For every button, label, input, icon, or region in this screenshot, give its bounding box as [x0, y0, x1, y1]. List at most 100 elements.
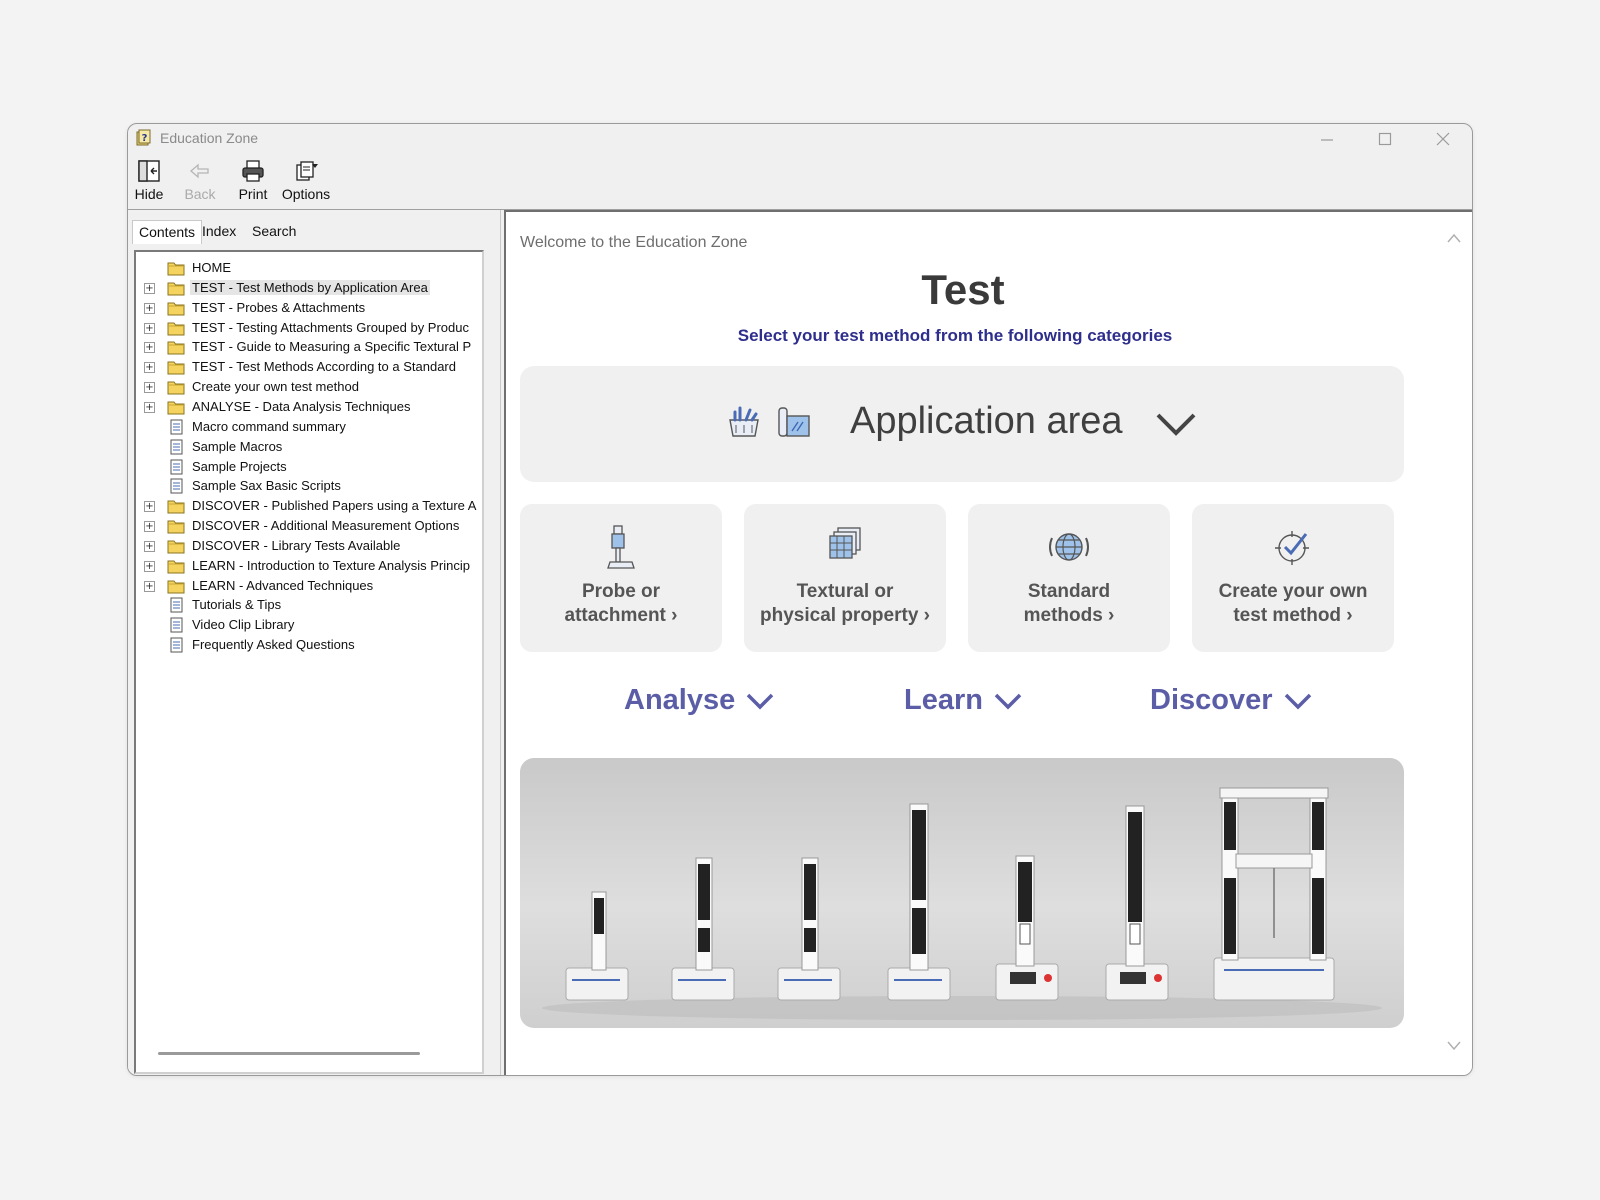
folder-icon — [167, 399, 185, 415]
folder-icon — [167, 339, 185, 355]
back-button[interactable]: Back — [182, 158, 218, 206]
tree-item[interactable]: + LEARN - Advanced Techniques — [136, 576, 482, 596]
folder-icon — [167, 498, 185, 514]
close-button[interactable] — [1414, 124, 1472, 154]
tree-item[interactable]: + TEST - Test Methods According to a Stan… — [136, 357, 482, 377]
target-check-icon — [1275, 531, 1309, 565]
tree-item-label: DISCOVER - Library Tests Available — [192, 537, 401, 553]
options-button[interactable]: Options — [280, 158, 332, 206]
expand-icon[interactable]: + — [144, 302, 155, 314]
minimize-button[interactable] — [1298, 124, 1356, 154]
card-line-1: Standard — [1027, 581, 1111, 602]
scroll-down-icon[interactable] — [1446, 1040, 1462, 1052]
card-line-1: Textural or — [796, 581, 894, 602]
scroll-up-icon[interactable] — [1446, 232, 1462, 244]
tree-item[interactable]: + LEARN - Introduction to Texture Analysi… — [136, 556, 482, 576]
page-icon — [167, 419, 185, 435]
tree-item[interactable]: Sample Sax Basic Scripts — [136, 476, 482, 496]
tree-item[interactable]: + TEST - Guide to Measuring a Specific Te… — [136, 337, 482, 357]
expand-icon[interactable]: + — [144, 521, 155, 533]
analyse-menu[interactable]: Analyse — [624, 684, 775, 717]
expand-icon[interactable]: + — [144, 580, 155, 592]
horizontal-scrollbar[interactable] — [158, 1052, 420, 1055]
expand-icon[interactable]: + — [144, 540, 155, 552]
tree-item-label: ANALYSE - Data Analysis Techniques — [192, 398, 411, 414]
folder-icon — [167, 359, 185, 375]
tree-item[interactable]: Sample Macros — [136, 437, 482, 457]
tree-item[interactable]: + DISCOVER - Published Papers using a Tex… — [136, 496, 482, 516]
print-button[interactable]: Print — [236, 158, 270, 206]
expand-icon[interactable]: + — [144, 501, 155, 513]
tree-item-label: Sample Macros — [192, 438, 283, 454]
expand-icon[interactable]: + — [144, 282, 155, 294]
expand-icon[interactable]: + — [144, 560, 155, 572]
tab-contents[interactable]: Contents — [132, 220, 203, 244]
tree-item-label: DISCOVER - Published Papers using a Text… — [192, 498, 477, 514]
tab-search[interactable]: Search — [246, 220, 302, 244]
tree-item[interactable]: Sample Projects — [136, 457, 482, 477]
tree-item[interactable]: + TEST - Probes & Attachments — [136, 298, 482, 318]
chevron-down-icon — [994, 693, 1022, 709]
card-standard-methods[interactable]: Standard methods › — [968, 504, 1170, 652]
folder-icon — [167, 538, 185, 554]
chevron-down-icon — [746, 693, 774, 709]
folder-icon — [167, 578, 185, 594]
maximize-icon — [1378, 132, 1392, 146]
options-icon — [296, 161, 318, 181]
tree-item[interactable]: + TEST - Testing Attachments Grouped by P… — [136, 318, 482, 338]
tree-item[interactable]: + ANALYSE - Data Analysis Techniques — [136, 397, 482, 417]
card-line-2: test method › — [1233, 605, 1353, 626]
print-label: Print — [238, 186, 268, 202]
analyse-label: Analyse — [624, 684, 736, 716]
chevron-down-icon — [1156, 413, 1196, 436]
page-icon — [167, 597, 185, 613]
tree-item[interactable]: + DISCOVER - Additional Measurement Optio… — [136, 516, 482, 536]
tree-item[interactable]: + TEST - Test Methods by Application Area — [136, 278, 482, 298]
texture-analyser-product-photo — [520, 758, 1404, 1028]
back-label: Back — [184, 186, 216, 202]
card-probe-attachment[interactable]: Probe or attachment › — [520, 504, 722, 652]
expand-icon[interactable]: + — [144, 362, 155, 374]
minimize-icon — [1321, 139, 1333, 141]
page-icon — [167, 637, 185, 653]
tree-item[interactable]: HOME — [136, 258, 482, 278]
tree-item[interactable]: Tutorials & Tips — [136, 595, 482, 615]
card-textural-property[interactable]: Textural or physical property › — [744, 504, 946, 652]
tree-item[interactable]: Frequently Asked Questions — [136, 635, 482, 655]
tab-index[interactable]: Index — [196, 220, 242, 244]
tree-item[interactable]: Macro command summary — [136, 417, 482, 437]
expand-icon[interactable]: + — [144, 382, 155, 394]
tree-item[interactable]: + DISCOVER - Library Tests Available — [136, 536, 482, 556]
hide-button[interactable]: Hide — [132, 158, 166, 206]
learn-label: Learn — [904, 684, 983, 716]
tree-item-label: TEST - Testing Attachments Grouped by Pr… — [192, 319, 469, 335]
tree-item-label: LEARN - Introduction to Texture Analysis… — [192, 557, 470, 573]
folder-icon — [167, 320, 185, 336]
application-area-button[interactable]: Application area — [520, 366, 1404, 482]
tree-item-label: Tutorials & Tips — [192, 597, 282, 613]
title-bar: ? Education Zone — [128, 124, 1472, 154]
tree-item[interactable]: Video Clip Library — [136, 615, 482, 635]
tree-item[interactable]: + Create your own test method — [136, 377, 482, 397]
card-create-own[interactable]: Create your own test method › — [1192, 504, 1394, 652]
tree-item-label: TEST - Test Methods According to a Stand… — [192, 359, 456, 375]
page-icon — [167, 478, 185, 494]
back-arrow-icon — [190, 163, 209, 179]
navigation-pane: Contents Index Search Frequently Asked Q… — [128, 210, 500, 1075]
expand-icon[interactable]: + — [144, 322, 155, 334]
discover-menu[interactable]: Discover — [1150, 684, 1313, 717]
folder-icon — [167, 379, 185, 395]
tree-item-label: Video Clip Library — [192, 617, 295, 633]
expand-icon[interactable]: + — [144, 401, 155, 413]
folder-icon — [167, 300, 185, 316]
content-pane: Welcome to the Education Zone Test Selec… — [504, 210, 1472, 1075]
pane-splitter[interactable] — [500, 210, 503, 1075]
expand-icon[interactable]: + — [144, 342, 155, 354]
contents-tree[interactable]: Frequently Asked Questions Video Clip Lib… — [134, 250, 484, 1074]
page-icon — [167, 617, 185, 633]
food-basket-icon — [729, 406, 759, 437]
hide-label: Hide — [134, 186, 164, 202]
maximize-button[interactable] — [1356, 124, 1414, 154]
folder-icon — [167, 518, 185, 534]
learn-menu[interactable]: Learn — [904, 684, 1023, 717]
